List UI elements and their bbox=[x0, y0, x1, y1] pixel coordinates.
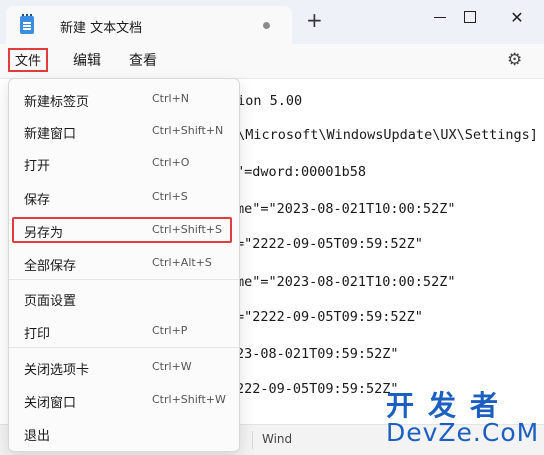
editor-line: "=dword:00001b58 bbox=[236, 164, 367, 180]
menu-item-open[interactable]: 打开 Ctrl+O bbox=[9, 151, 239, 177]
menu-separator bbox=[9, 347, 239, 348]
menu-item-shortcut: Ctrl+W bbox=[152, 360, 192, 373]
menu-item-label: 打开 bbox=[24, 159, 51, 174]
menu-item-exit[interactable]: 退出 bbox=[9, 421, 239, 447]
maximize-icon[interactable] bbox=[455, 6, 485, 30]
status-divider bbox=[252, 431, 253, 449]
menu-item-save-all[interactable]: 全部保存 Ctrl+Alt+S bbox=[9, 251, 239, 277]
menu-item-shortcut: Ctrl+Shift+S bbox=[152, 223, 222, 236]
menu-item-shortcut: Ctrl+Alt+S bbox=[152, 256, 212, 269]
menu-item-close-window[interactable]: 关闭窗口 Ctrl+Shift+W bbox=[9, 388, 239, 414]
close-icon[interactable]: ✕ bbox=[502, 6, 532, 30]
menu-item-label: 另存为 bbox=[24, 226, 64, 241]
menu-item-shortcut: Ctrl+Shift+W bbox=[152, 393, 226, 406]
menu-item-label: 打印 bbox=[24, 327, 51, 342]
menu-item-page-setup[interactable]: 页面设置 bbox=[9, 286, 239, 312]
menu-item-new-tab[interactable]: 新建标签页 Ctrl+N bbox=[9, 87, 239, 113]
site-watermark: 开发者 DevZe.CoM bbox=[386, 384, 540, 450]
title-bar: 新建 文本文档 + ✕ bbox=[0, 0, 544, 44]
menu-item-shortcut: Ctrl+S bbox=[152, 190, 188, 203]
status-encoding[interactable]: Wind bbox=[262, 432, 292, 446]
menu-item-label: 保存 bbox=[24, 193, 51, 208]
menu-item-shortcut: Ctrl+O bbox=[152, 156, 190, 169]
file-menu-dropdown: 新建标签页 Ctrl+N 新建窗口 Ctrl+Shift+N 打开 Ctrl+O… bbox=[8, 78, 240, 452]
editor-line: ="2222-09-05T09:59:52Z" bbox=[236, 236, 423, 252]
editor-line: me"="2023-08-021T10:00:52Z" bbox=[236, 201, 456, 217]
menu-file[interactable]: 文件 bbox=[8, 48, 48, 72]
menu-item-shortcut: Ctrl+N bbox=[152, 92, 190, 105]
menu-item-label: 新建窗口 bbox=[24, 127, 77, 142]
menu-item-label: 关闭选项卡 bbox=[24, 363, 90, 378]
menu-item-label: 退出 bbox=[24, 429, 51, 444]
menu-item-new-window[interactable]: 新建窗口 Ctrl+Shift+N bbox=[9, 119, 239, 145]
menu-item-label: 新建标签页 bbox=[24, 95, 90, 110]
editor-line: me"="2023-08-021T10:00:52Z" bbox=[236, 274, 456, 290]
editor-line: ="2222-09-05T09:59:52Z" bbox=[236, 309, 423, 325]
new-tab-button[interactable]: + bbox=[306, 10, 323, 30]
watermark-bottom-text: DevZe.CoM bbox=[386, 418, 540, 447]
editor-line: 23-08-021T09:59:52Z" bbox=[236, 346, 399, 362]
tab-title: 新建 文本文档 bbox=[60, 21, 143, 36]
gear-icon[interactable]: ⚙ bbox=[507, 50, 522, 70]
menu-separator bbox=[9, 279, 239, 280]
editor-line: E\Microsoft\WindowsUpdate\UX\Settings] bbox=[229, 127, 538, 143]
editor-line: 222-09-05T09:59:52Z" bbox=[236, 381, 399, 397]
document-tab[interactable]: 新建 文本文档 bbox=[6, 6, 292, 44]
minimize-icon[interactable] bbox=[425, 6, 455, 30]
menu-item-label: 全部保存 bbox=[24, 259, 77, 274]
menu-item-label: 关闭窗口 bbox=[24, 396, 77, 411]
menu-item-save-as[interactable]: 另存为 Ctrl+Shift+S bbox=[9, 218, 239, 244]
menu-item-label: 页面设置 bbox=[24, 294, 77, 309]
unsaved-dot-icon[interactable] bbox=[259, 18, 275, 34]
menu-edit[interactable]: 编辑 bbox=[73, 50, 101, 72]
menu-bar: 文件 编辑 查看 ⚙ bbox=[0, 44, 544, 79]
menu-item-save[interactable]: 保存 Ctrl+S bbox=[9, 185, 239, 211]
menu-item-shortcut: Ctrl+P bbox=[152, 324, 188, 337]
notepad-icon bbox=[20, 14, 34, 34]
menu-view[interactable]: 查看 bbox=[129, 50, 157, 72]
menu-item-close-tab[interactable]: 关闭选项卡 Ctrl+W bbox=[9, 355, 239, 381]
menu-item-print[interactable]: 打印 Ctrl+P bbox=[9, 319, 239, 345]
menu-item-shortcut: Ctrl+Shift+N bbox=[152, 124, 224, 137]
